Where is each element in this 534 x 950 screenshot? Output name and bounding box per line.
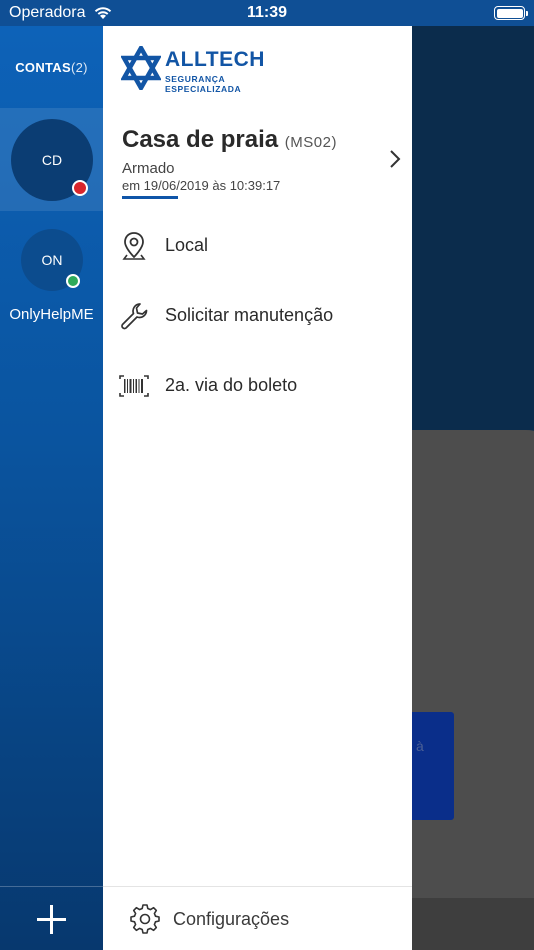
- background-text: à: [416, 738, 424, 754]
- account-item-cd[interactable]: CD: [0, 108, 103, 211]
- menu-item-label: Solicitar manutenção: [165, 305, 334, 325]
- divider: [0, 886, 103, 887]
- accounts-title: CONTAS: [15, 60, 71, 75]
- online-status-indicator: [66, 274, 80, 288]
- accounts-count: (2): [70, 60, 88, 75]
- wrench-icon: [121, 303, 148, 330]
- site-name: Casa de praia: [122, 126, 279, 153]
- brand-tagline: SEGURANÇA ESPECIALIZADA: [165, 74, 242, 94]
- menu-item-label: Local: [165, 235, 209, 255]
- divider: [103, 886, 412, 887]
- navigation-drawer: ALLTECH SEGURANÇA ESPECIALIZADA Casa de …: [103, 26, 412, 950]
- alltech-logo: ALLTECH SEGURANÇA ESPECIALIZADA: [121, 46, 301, 94]
- account-name: OnlyHelpME: [9, 306, 94, 323]
- alarm-status-indicator: [72, 180, 88, 196]
- brand-name: ALLTECH: [165, 48, 265, 71]
- barcode-icon: [119, 375, 149, 397]
- menu-item-solicitar-manutencao[interactable]: Solicitar manutenção: [118, 296, 398, 336]
- menu-item-label: 2a. via do boleto: [165, 375, 298, 395]
- add-account-button[interactable]: [37, 905, 66, 934]
- site-summary[interactable]: Casa de praia (MS02) Armado em 19/06/201…: [122, 126, 402, 206]
- star-logo-icon: [121, 46, 161, 90]
- settings-label: Configurações: [173, 909, 290, 929]
- menu-item-segunda-via-boleto[interactable]: 2a. via do boleto: [118, 366, 398, 406]
- chevron-right-icon: [390, 150, 401, 168]
- site-title: Casa de praia (MS02): [122, 126, 337, 154]
- site-code: (MS02): [284, 134, 337, 151]
- gear-icon: [130, 904, 160, 934]
- background-bottom-bar: [412, 898, 534, 950]
- state-underline: [122, 196, 178, 199]
- clock: 11:39: [246, 4, 288, 21]
- settings-button[interactable]: Configurações: [129, 902, 389, 936]
- site-state: Armado: [122, 160, 175, 177]
- accounts-header: CONTAS(2): [0, 60, 103, 75]
- status-bar: Operadora 11:39: [0, 0, 534, 26]
- background-screen[interactable]: à: [412, 26, 534, 950]
- background-button: [412, 712, 454, 820]
- background-panel: [412, 430, 534, 950]
- site-state-date: em 19/06/2019 às 10:39:17: [122, 178, 281, 193]
- map-pin-icon: [122, 232, 146, 260]
- battery-icon: [494, 6, 528, 20]
- accounts-sidebar: CONTAS(2) CD ON OnlyHelpME: [0, 26, 103, 950]
- menu-item-local[interactable]: Local: [118, 226, 398, 266]
